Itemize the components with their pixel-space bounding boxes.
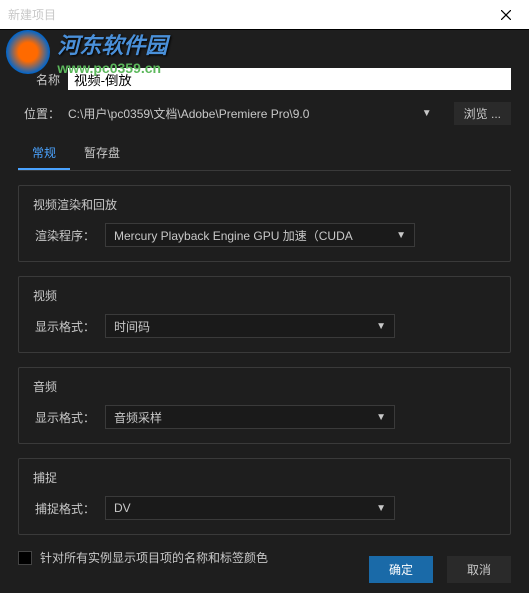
render-playback-title: 视频渲染和回放 [33,196,496,213]
tab-scratch-disks[interactable]: 暂存盘 [70,137,134,170]
capture-format-value: DV [114,501,131,515]
video-title: 视频 [33,287,496,304]
footer: 确定 取消 [0,545,529,593]
video-group: 视频 显示格式： 时间码 ▼ [18,276,511,353]
chevron-down-icon: ▼ [376,412,386,423]
tabs: 常规 暂存盘 [18,137,511,171]
audio-title: 音频 [33,378,496,395]
renderer-value: Mercury Playback Engine GPU 加速（CUDA [114,227,353,244]
video-format-label: 显示格式： [33,318,95,335]
location-label: 位置： [18,105,60,122]
browse-button[interactable]: 浏览 ... [454,102,511,125]
capture-format-select[interactable]: DV ▼ [105,496,395,520]
titlebar: 新建项目 [0,0,529,30]
name-label: 名称 [18,71,60,88]
chevron-down-icon: ▼ [396,230,406,241]
chevron-down-icon: ▼ [376,503,386,514]
audio-format-value: 音频采样 [114,409,162,426]
chevron-down-icon: ▼ [376,321,386,332]
capture-title: 捕捉 [33,469,496,486]
video-format-select[interactable]: 时间码 ▼ [105,314,395,338]
location-dropdown[interactable]: C:\用户\pc0359\文档\Adobe\Premiere Pro\9.0 ▼ [68,105,442,122]
capture-group: 捕捉 捕捉格式： DV ▼ [18,458,511,535]
audio-format-label: 显示格式： [33,409,95,426]
tab-general[interactable]: 常规 [18,137,70,170]
renderer-select[interactable]: Mercury Playback Engine GPU 加速（CUDA ▼ [105,223,415,247]
location-value: C:\用户\pc0359\文档\Adobe\Premiere Pro\9.0 [68,105,309,122]
window-title: 新建项目 [8,6,56,23]
audio-format-select[interactable]: 音频采样 ▼ [105,405,395,429]
close-icon [501,10,511,20]
close-button[interactable] [491,5,521,25]
cancel-button[interactable]: 取消 [447,556,511,583]
audio-group: 音频 显示格式： 音频采样 ▼ [18,367,511,444]
capture-format-label: 捕捉格式： [33,500,95,517]
renderer-label: 渲染程序： [33,227,95,244]
location-row: 位置： C:\用户\pc0359\文档\Adobe\Premiere Pro\9… [18,102,511,125]
render-playback-group: 视频渲染和回放 渲染程序： Mercury Playback Engine GP… [18,185,511,262]
name-row: 名称 [18,68,511,90]
chevron-down-icon: ▼ [422,108,432,119]
ok-button[interactable]: 确定 [369,556,433,583]
video-format-value: 时间码 [114,318,150,335]
name-input[interactable] [68,68,511,90]
